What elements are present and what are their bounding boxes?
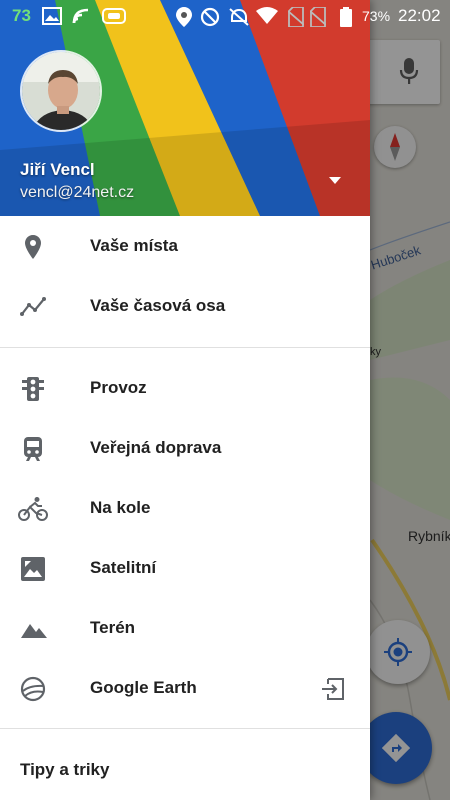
menu-item-transit[interactable]: Veřejná doprava xyxy=(0,418,370,478)
open-app-icon[interactable] xyxy=(320,676,346,702)
wifi-icon xyxy=(256,7,278,24)
satellite-image-icon xyxy=(21,557,45,581)
cast-icon xyxy=(72,8,89,24)
user-name: Jiří Vencl xyxy=(20,160,95,179)
train-icon xyxy=(24,437,42,461)
menu-item-satellite[interactable]: Satelitní xyxy=(0,538,370,598)
no-sim-icon xyxy=(288,7,304,27)
location-icon xyxy=(176,7,192,27)
menu-item-label: Provoz xyxy=(90,378,147,397)
menu-item-label: Terén xyxy=(90,618,136,637)
terrain-icon xyxy=(21,624,47,638)
navigation-drawer: Jiří Vencl vencl@24net.cz Vaše místa Vaš… xyxy=(0,0,370,800)
place-pin-icon xyxy=(25,235,41,259)
menu-item-your-timeline[interactable]: Vaše časová osa xyxy=(0,276,370,336)
divider xyxy=(0,347,370,348)
google-earth-icon xyxy=(20,676,46,702)
no-sim-icon xyxy=(310,7,326,27)
menu-item-label: Google Earth xyxy=(90,678,197,697)
gamepad-icon xyxy=(102,8,126,24)
menu-item-cycling[interactable]: Na kole xyxy=(0,478,370,538)
menu-item-traffic[interactable]: Provoz xyxy=(0,358,370,418)
menu-item-label: Vaše časová osa xyxy=(90,296,226,315)
account-dropdown-arrow-icon[interactable] xyxy=(326,174,344,186)
drawer-header: Jiří Vencl vencl@24net.cz xyxy=(0,0,370,216)
user-email: vencl@24net.cz xyxy=(20,184,135,201)
do-not-disturb-icon xyxy=(200,7,220,27)
clock: 22:02 xyxy=(398,6,441,25)
traffic-light-icon xyxy=(22,377,44,401)
menu-item-label: Satelitní xyxy=(90,558,157,577)
menu-item-terrain[interactable]: Terén xyxy=(0,598,370,658)
menu-item-your-places[interactable]: Vaše místa xyxy=(0,216,370,276)
menu-item-label: Veřejná doprava xyxy=(90,438,222,457)
bicycle-icon xyxy=(18,497,48,521)
image-icon xyxy=(42,7,62,25)
tips-and-tricks-link[interactable]: Tipy a triky xyxy=(20,760,109,780)
divider xyxy=(0,728,370,729)
timeline-icon xyxy=(20,297,46,316)
status-bar: 73 73% 22:02 xyxy=(0,0,450,32)
menu-item-label: Na kole xyxy=(90,498,151,517)
avatar[interactable] xyxy=(20,50,102,132)
battery-level-text: 73 xyxy=(12,6,31,25)
battery-icon xyxy=(340,7,352,27)
battery-percent: 73% xyxy=(362,8,391,24)
alarm-off-icon xyxy=(229,8,249,26)
menu-item-label: Vaše místa xyxy=(90,236,178,255)
menu-item-google-earth[interactable]: Google Earth xyxy=(0,658,370,718)
